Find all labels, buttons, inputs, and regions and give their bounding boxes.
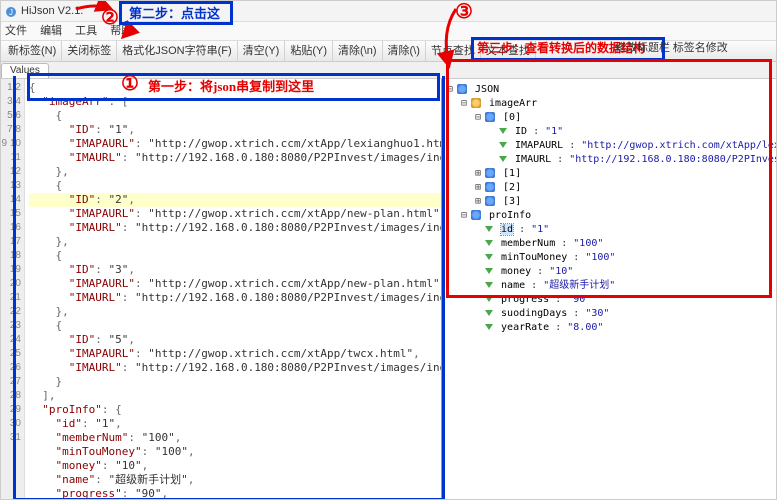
tab-values[interactable]: Values <box>1 63 49 78</box>
arr-icon <box>471 98 481 108</box>
code-line[interactable]: { <box>29 81 441 95</box>
code-line[interactable]: "progress": "90", <box>29 487 441 500</box>
tree-node[interactable]: IMAURL : "http://192.168.0.180:8080/P2PI… <box>445 153 774 167</box>
line-gutter: 1 2 3 4 5 6 7 8 9 10 11 12 13 14 15 16 1… <box>1 79 25 500</box>
tree-pane[interactable]: ⊟ JSON⊟ imageArr⊟ [0] ID : "1" IMAPAURL … <box>443 79 776 500</box>
obj-icon <box>485 168 495 178</box>
code-line[interactable]: "minTouMoney": "100", <box>29 445 441 459</box>
toolbar: 新标签(N) 关闭标签 格式化JSON字符串(F) 清空(Y) 粘贴(Y) 清除… <box>1 41 776 62</box>
tool-format-json[interactable]: 格式化JSON字符串(F) <box>117 41 237 61</box>
code-line[interactable]: "IMAPAURL": "http://gwop.xtrich.ccm/xtAp… <box>29 347 441 361</box>
code-line[interactable]: "IMAPAURL": "http://gwop.xtrich.ccm/xtAp… <box>29 277 441 291</box>
code-editor[interactable]: { "imageArr": [ { "ID": "1", "IMAPAURL":… <box>25 79 441 500</box>
leaf-icon <box>499 142 507 148</box>
menu-file[interactable]: 文件 <box>5 25 27 37</box>
code-line[interactable]: ], <box>29 389 441 403</box>
code-line[interactable]: "imageArr": [ <box>29 95 441 109</box>
code-line[interactable]: "money": "10", <box>29 459 441 473</box>
svg-text:J: J <box>9 8 13 17</box>
code-line[interactable]: "IMAURL": "http://192.168.0.180:8080/P2P… <box>29 361 441 375</box>
tree-node[interactable]: ⊞ [3] <box>445 195 774 209</box>
leaf-icon <box>485 310 493 316</box>
tree-node[interactable]: ⊞ [2] <box>445 181 774 195</box>
obj-icon <box>457 84 467 94</box>
code-line[interactable]: "IMAPAURL": "http://gwop.xtrich.ccm/xtAp… <box>29 207 441 221</box>
code-line[interactable]: "ID": "2", <box>29 193 441 207</box>
tool-new-tab[interactable]: 新标签(N) <box>3 41 62 61</box>
tree-node[interactable]: ⊞ [1] <box>445 167 774 181</box>
code-line[interactable]: "IMAURL": "http://192.168.0.180:8080/P2P… <box>29 221 441 235</box>
tree-node[interactable]: yearRate : "8.00" <box>445 321 774 335</box>
tree-node[interactable]: id : "1" <box>445 223 774 237</box>
menu-edit[interactable]: 编辑 <box>40 25 62 37</box>
tool-clear[interactable]: 清空(Y) <box>238 41 286 61</box>
menu-help[interactable]: 帮助 <box>110 25 132 37</box>
tool-close-tab[interactable]: 关闭标签 <box>62 41 117 61</box>
app-window: J HiJson V2.1. 文件 编辑 工具 帮助 新标签(N) 关闭标签 格… <box>0 0 777 500</box>
leaf-icon <box>485 324 493 330</box>
leaf-icon <box>485 268 493 274</box>
code-line[interactable]: "ID": "3", <box>29 263 441 277</box>
code-pane[interactable]: 1 2 3 4 5 6 7 8 9 10 11 12 13 14 15 16 1… <box>1 79 443 500</box>
menubar: 文件 编辑 工具 帮助 <box>1 22 776 41</box>
leaf-icon <box>485 282 493 288</box>
obj-icon <box>485 196 495 206</box>
tool-clear-n[interactable]: 清除(\n) <box>333 41 383 61</box>
tree-node[interactable]: IMAPAURL : "http://gwop.xtrich.com/xtApp… <box>445 139 774 153</box>
leaf-icon <box>485 254 493 260</box>
app-icon: J <box>5 5 17 17</box>
code-line[interactable]: "memberNum": "100", <box>29 431 441 445</box>
code-line[interactable]: "IMAURL": "http://192.168.0.180:8080/P2P… <box>29 291 441 305</box>
tree-node[interactable]: money : "10" <box>445 265 774 279</box>
tool-text-find[interactable]: 文本查找 <box>481 41 536 61</box>
code-line[interactable]: } <box>29 375 441 389</box>
leaf-icon <box>485 226 493 232</box>
code-line[interactable]: "ID": "1", <box>29 123 441 137</box>
code-line[interactable]: "proInfo": { <box>29 403 441 417</box>
code-line[interactable]: "id": "1", <box>29 417 441 431</box>
tree-node[interactable]: progress : "90" <box>445 293 774 307</box>
code-line[interactable]: "name": "超级新手计划", <box>29 473 441 487</box>
code-line[interactable]: }, <box>29 165 441 179</box>
tree-node[interactable]: ⊟ [0] <box>445 111 774 125</box>
code-line[interactable]: { <box>29 109 441 123</box>
obj-icon <box>485 112 495 122</box>
code-line[interactable]: { <box>29 179 441 193</box>
tree-node[interactable]: ⊟ JSON <box>445 83 774 97</box>
tree-node[interactable]: minTouMoney : "100" <box>445 251 774 265</box>
tool-node-find[interactable]: 节点查找 <box>426 41 481 61</box>
tree-node[interactable]: name : "超级新手计划" <box>445 279 774 293</box>
tool-clear-slash[interactable]: 清除(\) <box>383 41 426 61</box>
code-line[interactable]: "ID": "5", <box>29 333 441 347</box>
tree-node[interactable]: memberNum : "100" <box>445 237 774 251</box>
obj-icon <box>471 210 481 220</box>
tree-node[interactable]: suodingDays : "30" <box>445 307 774 321</box>
code-line[interactable]: "IMAURL": "http://192.168.0.180:8080/P2P… <box>29 151 441 165</box>
tree-node[interactable]: ID : "1" <box>445 125 774 139</box>
code-line[interactable]: }, <box>29 305 441 319</box>
tree-node[interactable]: ⊟ proInfo <box>445 209 774 223</box>
leaf-icon <box>499 128 507 134</box>
code-line[interactable]: "IMAPAURL": "http://gwop.xtrich.ccm/xtAp… <box>29 137 441 151</box>
titlebar: J HiJson V2.1. <box>1 1 776 22</box>
leaf-icon <box>485 296 493 302</box>
window-title: HiJson V2.1. <box>21 1 83 21</box>
tree-node[interactable]: ⊟ imageArr <box>445 97 774 111</box>
code-line[interactable]: { <box>29 319 441 333</box>
leaf-icon <box>485 240 493 246</box>
code-line[interactable]: }, <box>29 235 441 249</box>
tab-strip: Values <box>1 62 776 79</box>
leaf-icon <box>499 156 507 162</box>
tool-paste[interactable]: 粘贴(Y) <box>285 41 333 61</box>
obj-icon <box>485 182 495 192</box>
menu-tools[interactable]: 工具 <box>75 25 97 37</box>
code-line[interactable]: { <box>29 249 441 263</box>
